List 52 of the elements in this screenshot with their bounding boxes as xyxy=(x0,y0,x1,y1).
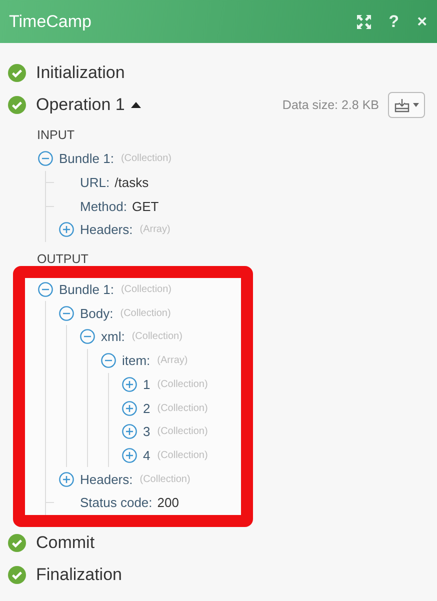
type-label: (Collection) xyxy=(120,153,172,164)
field-label: xml: xyxy=(101,329,125,344)
field-label: Status code: xyxy=(80,495,152,510)
type-label: (Collection) xyxy=(120,284,172,296)
window-title: TimeCamp xyxy=(9,12,92,32)
field-label: Bundle 1: xyxy=(59,282,114,298)
field-label: Bundle 1: xyxy=(59,151,114,166)
expand-icon[interactable] xyxy=(122,448,137,463)
type-label: (Collection) xyxy=(157,402,208,414)
type-label: (Collection) xyxy=(157,378,208,390)
collapse-icon[interactable] xyxy=(38,282,53,298)
field-label: 3 xyxy=(143,424,150,440)
caret-icon xyxy=(413,103,419,107)
type-label: (Collection) xyxy=(132,331,182,342)
type-label: (Collection) xyxy=(140,474,190,485)
data-size-label: Data size: 2.8 KB xyxy=(282,98,379,112)
collapse-icon[interactable] xyxy=(101,353,116,368)
field-label: Body: xyxy=(80,306,114,321)
field-label: URL: xyxy=(80,175,110,190)
collapse-icon[interactable] xyxy=(80,329,95,344)
download-icon xyxy=(394,98,410,112)
field-label: Headers: xyxy=(80,472,133,487)
section-title: OUTPUT xyxy=(37,250,90,268)
expand-icon[interactable] xyxy=(122,400,137,416)
download-button[interactable] xyxy=(388,92,425,118)
collapse-icon[interactable] xyxy=(38,151,53,166)
field-label: item: xyxy=(122,353,150,368)
field-label: 2 xyxy=(143,400,150,416)
type-label: (Array) xyxy=(157,355,188,366)
step-title[interactable]: Operation 1 xyxy=(36,95,125,115)
field-value: 200 xyxy=(157,495,179,510)
expand-icon[interactable] xyxy=(356,14,371,28)
expand-icon[interactable] xyxy=(59,472,74,487)
field-label: 1 xyxy=(143,376,150,392)
field-value: /tasks xyxy=(114,175,149,190)
collapse-icon[interactable] xyxy=(59,306,74,321)
field-label: Method: xyxy=(80,198,127,214)
section-title: INPUT xyxy=(37,127,76,144)
step-title[interactable]: Commit xyxy=(36,532,95,553)
field-label: 4 xyxy=(143,448,150,463)
type-label: (Collection) xyxy=(157,450,208,461)
step-title[interactable]: Initialization xyxy=(36,63,125,83)
type-label: (Array) xyxy=(140,224,170,236)
step-title[interactable]: Finalization xyxy=(36,564,122,585)
field-label: Headers: xyxy=(80,222,133,238)
field-value: GET xyxy=(132,198,159,214)
expand-icon[interactable] xyxy=(122,376,137,392)
expand-icon[interactable] xyxy=(59,222,74,238)
expand-icon[interactable] xyxy=(122,424,137,440)
type-label: (Collection) xyxy=(157,426,208,438)
caret-icon[interactable] xyxy=(130,102,141,108)
type-label: (Collection) xyxy=(120,308,171,319)
